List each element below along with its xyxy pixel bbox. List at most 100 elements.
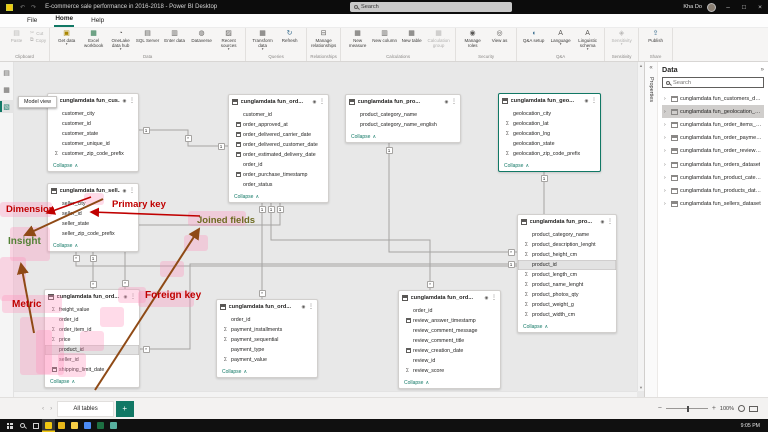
recent-sources-button[interactable]: ▨ Recent sources ▾	[215, 29, 242, 51]
taskbar-app-excel[interactable]	[94, 419, 107, 432]
field-row[interactable]: Σproduct_width_cm	[518, 310, 616, 320]
table-card-header[interactable]: cunglamdata fun_ord... ◉ ⋮	[45, 290, 139, 303]
expand-panel-icon[interactable]: »	[761, 67, 764, 73]
visibility-eye-icon[interactable]: ◉	[584, 98, 588, 104]
visibility-eye-icon[interactable]: ◉	[122, 98, 126, 104]
taskbar-app-sticky-notes[interactable]	[55, 419, 68, 432]
user-avatar[interactable]	[707, 2, 716, 12]
table-card-reviews[interactable]: cunglamdata fun_ord... ◉ ⋮ order_id review_a…	[398, 290, 501, 389]
expand-chevron-icon[interactable]: ›	[664, 175, 668, 181]
field-row[interactable]: Σpayment_sequential	[217, 335, 317, 345]
field-row[interactable]: seller_id	[48, 209, 138, 219]
field-row[interactable]: review_comment_title	[399, 336, 500, 346]
more-options-icon[interactable]: ⋮	[308, 304, 314, 310]
field-row[interactable]: Σreview_score	[399, 366, 500, 376]
task-view-button[interactable]	[29, 419, 42, 432]
properties-tab[interactable]: Properties	[648, 77, 654, 102]
taskbar-search-button[interactable]	[16, 419, 29, 432]
publish-button[interactable]: ⇪ Publish	[642, 29, 669, 43]
menu-home[interactable]: Home	[54, 15, 75, 27]
expand-chevron-icon[interactable]: ›	[664, 96, 668, 102]
expand-chevron-icon[interactable]: ›	[664, 135, 668, 141]
field-row[interactable]: order_approved_at	[229, 120, 328, 130]
manage-roles-button[interactable]: ◉ Manage roles	[459, 29, 486, 48]
more-options-icon[interactable]: ⋮	[491, 295, 497, 301]
onelake-data-hub-button[interactable]: ◔ OneLake data hub ▾	[107, 29, 134, 51]
redo-icon[interactable]: ↷	[31, 4, 36, 11]
collapse-link[interactable]: Collapse ∧	[399, 378, 500, 388]
tab-scroll-left-icon[interactable]: ‹	[42, 405, 44, 412]
more-options-icon[interactable]: ⋮	[451, 99, 457, 105]
field-row[interactable]: geolocation_city	[499, 109, 600, 119]
language-button[interactable]: A Language ▾	[547, 29, 574, 46]
field-row[interactable]: order_delivered_customer_date	[229, 140, 328, 150]
field-row[interactable]: Σpayment_value	[217, 355, 317, 365]
manage-relationships-button[interactable]: ⊟ Manage relationships	[310, 29, 337, 48]
field-row[interactable]: order_id	[217, 315, 317, 325]
visibility-eye-icon[interactable]: ◉	[312, 99, 316, 105]
table-card-header[interactable]: cunglamdata fun_ord... ◉ ⋮	[217, 300, 317, 313]
maximize-button[interactable]: □	[736, 0, 752, 14]
field-row[interactable]: Σprice	[45, 335, 139, 345]
field-row[interactable]: Σproduct_name_lenght	[518, 280, 616, 290]
scroll-down-icon[interactable]: ▼	[639, 385, 643, 390]
dataset-item[interactable]: › cunglamdata fun_order_reviews_dataset	[662, 145, 764, 158]
close-button[interactable]: ×	[752, 0, 768, 14]
visibility-eye-icon[interactable]: ◉	[301, 304, 305, 310]
field-row[interactable]: geolocation_state	[499, 139, 600, 149]
zoom-slider-thumb[interactable]	[686, 405, 689, 412]
visibility-eye-icon[interactable]: ◉	[600, 219, 604, 225]
field-row[interactable]: seller_id	[45, 355, 139, 365]
dataset-item[interactable]: › cunglamdata fun_order_payments_dataset	[662, 132, 764, 145]
expand-chevron-icon[interactable]: ›	[664, 122, 668, 128]
field-row[interactable]: order_purchase_timestamp	[229, 170, 328, 180]
table-view-button[interactable]: ▦	[0, 83, 14, 96]
titlebar-search-input[interactable]: Search	[350, 2, 512, 12]
data-search-input[interactable]: Search	[662, 77, 764, 88]
field-row[interactable]: Σproduct_length_cm	[518, 270, 616, 280]
field-row[interactable]: review_id	[399, 356, 500, 366]
zoom-out-button[interactable]: −	[658, 405, 662, 412]
reset-zoom-icon[interactable]	[738, 405, 745, 412]
field-row[interactable]: customer_state	[48, 129, 138, 139]
dataverse-button[interactable]: ◍ Dataverse	[188, 29, 215, 43]
table-card-header[interactable]: cunglamdata fun_cus... ◉ ⋮	[48, 94, 138, 107]
field-row[interactable]: product_id	[45, 345, 139, 355]
tab-scroll-right-icon[interactable]: ›	[50, 405, 52, 412]
visibility-eye-icon[interactable]: ◉	[444, 99, 448, 105]
dataset-item[interactable]: › cunglamdata fun_customers_dataset	[662, 92, 764, 105]
field-row[interactable]: order_delivered_carrier_date	[229, 130, 328, 140]
model-view-button[interactable]: ▧	[0, 100, 14, 113]
table-card-orders[interactable]: cunglamdata fun_ord... ◉ ⋮ customer_id order…	[228, 94, 329, 203]
more-options-icon[interactable]: ⋮	[607, 219, 613, 225]
collapse-link[interactable]: Collapse ∧	[217, 367, 317, 377]
field-row[interactable]: seller_zip_code_prefix	[48, 229, 138, 239]
collapse-panel-icon[interactable]: «	[649, 65, 652, 71]
minimize-button[interactable]: –	[720, 0, 736, 14]
report-view-button[interactable]: ▤	[0, 66, 14, 79]
taskbar-app-powerbi-desktop[interactable]	[42, 419, 55, 432]
field-row[interactable]: order_estimated_delivery_date	[229, 150, 328, 160]
dataset-item[interactable]: › cunglamdata fun_sellers_dataset	[662, 198, 764, 211]
table-card-header[interactable]: cunglamdata fun_pro... ◉ ⋮	[518, 215, 616, 228]
table-card-header[interactable]: cunglamdata fun_ord... ◉ ⋮	[399, 291, 500, 304]
menu-file[interactable]: File	[26, 17, 38, 27]
visibility-eye-icon[interactable]: ◉	[123, 294, 127, 300]
collapse-link[interactable]: Collapse ∧	[48, 161, 138, 171]
more-options-icon[interactable]: ⋮	[130, 294, 136, 300]
field-row[interactable]: Σproduct_photos_qty	[518, 290, 616, 300]
taskbar-app-media-app[interactable]	[107, 419, 120, 432]
field-row[interactable]: Σorder_item_id	[45, 325, 139, 335]
transform-data-button[interactable]: ▦ Transform data ▾	[249, 29, 276, 51]
visibility-eye-icon[interactable]: ◉	[484, 295, 488, 301]
collapse-link[interactable]: Collapse ∧	[45, 377, 139, 387]
field-row[interactable]: Σproduct_weight_g	[518, 300, 616, 310]
collapse-link[interactable]: Collapse ∧	[518, 322, 616, 332]
table-card-payments[interactable]: cunglamdata fun_ord... ◉ ⋮ order_id Σpayment…	[216, 299, 318, 378]
field-row[interactable]: seller_state	[48, 219, 138, 229]
tab-all-tables[interactable]: All tables	[57, 400, 114, 417]
field-row[interactable]: payment_type	[217, 345, 317, 355]
collapse-link[interactable]: Collapse ∧	[229, 192, 328, 202]
start-button[interactable]	[3, 419, 16, 432]
visibility-eye-icon[interactable]: ◉	[122, 188, 126, 194]
